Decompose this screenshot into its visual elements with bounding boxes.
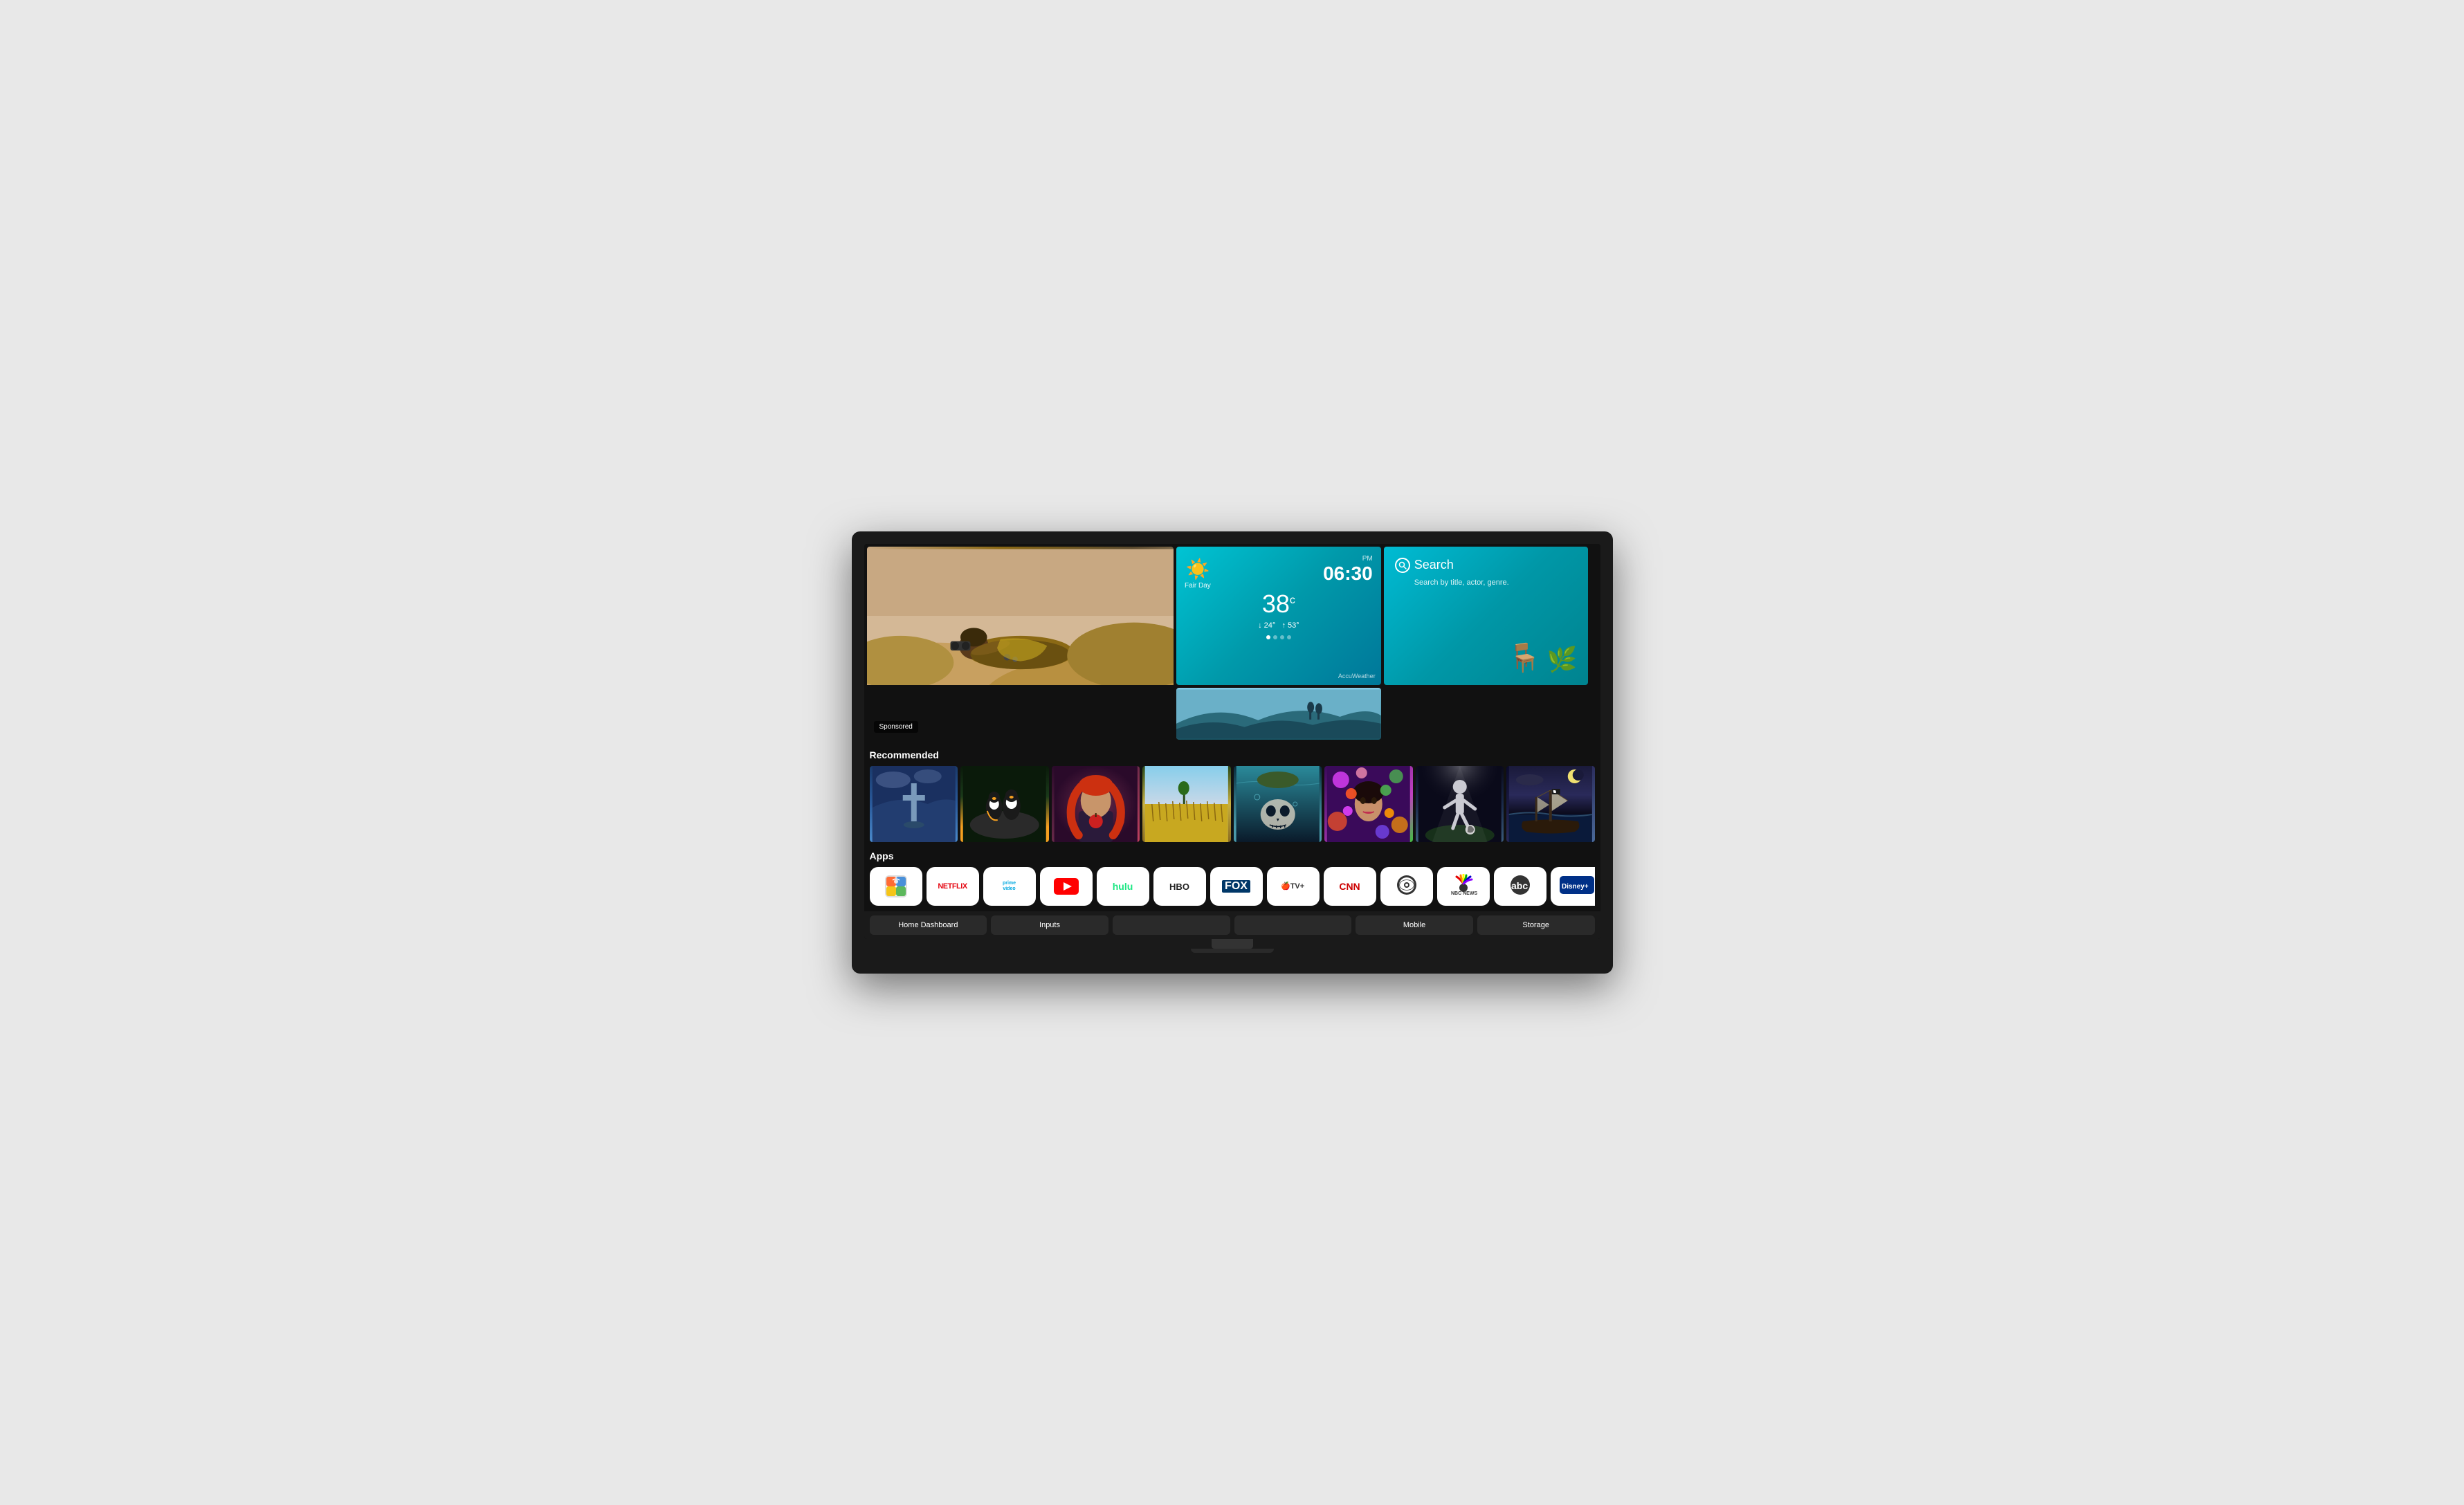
prime-text: primevideo xyxy=(1003,881,1016,893)
search-icon xyxy=(1395,558,1410,573)
svg-text:Disney+: Disney+ xyxy=(1562,883,1589,891)
tv-stand xyxy=(1212,939,1253,949)
app-hulu[interactable]: hulu xyxy=(1097,867,1149,906)
apps-section: Apps xyxy=(864,846,1600,911)
cnn-logo: CNN xyxy=(1339,881,1360,892)
hero-section: Sponsored ☀️ Fair Day PM 06:30 xyxy=(864,544,1600,743)
apps-row: NETFLIX primevideo xyxy=(870,867,1595,906)
app-disney[interactable]: Disney+ xyxy=(1551,867,1595,906)
weather-sun-icon: ☀️ xyxy=(1185,558,1211,581)
abc-logo: abc xyxy=(1507,874,1533,900)
weather-widget[interactable]: ☀️ Fair Day PM 06:30 38c ↓ 24° ↑ 53° xyxy=(1176,547,1381,685)
app-netflix[interactable]: NETFLIX xyxy=(927,867,979,906)
recommended-item-6[interactable] xyxy=(1324,766,1413,842)
recommended-item-3[interactable] xyxy=(1052,766,1140,842)
tv-stand-base xyxy=(1191,949,1274,953)
recommended-title: Recommended xyxy=(870,749,1595,760)
bottom-nav: Home Dashboard Inputs Mobile Storage xyxy=(864,911,1600,939)
app-nbcnews[interactable]: NBC NEWS xyxy=(1437,867,1490,906)
prime-logo: primevideo xyxy=(1003,881,1016,893)
nav-blank2[interactable] xyxy=(1234,915,1352,935)
recommended-item-8[interactable] xyxy=(1506,766,1595,842)
plant-icon: 🌿 xyxy=(1547,646,1578,674)
search-hint: Search by title, actor, genre. xyxy=(1395,578,1578,587)
recommended-item-2[interactable] xyxy=(960,766,1049,842)
hero-main-image xyxy=(867,547,1174,685)
app-appletv[interactable]: 🍎TV+ xyxy=(1267,867,1320,906)
dot-2 xyxy=(1273,635,1277,639)
weather-time: 06:30 xyxy=(1323,563,1373,585)
dot-4 xyxy=(1287,635,1291,639)
nbcnews-logo: NBC NEWS xyxy=(1450,874,1477,900)
appletv-logo: 🍎TV+ xyxy=(1279,879,1307,895)
app-hbo[interactable]: HBO xyxy=(1153,867,1206,906)
tv-screen: Sponsored ☀️ Fair Day PM 06:30 xyxy=(864,544,1600,940)
hbo-logo: HBO xyxy=(1169,882,1189,892)
weather-time-period: PM xyxy=(1323,555,1373,563)
recommended-item-1[interactable] xyxy=(870,766,958,842)
nav-home-dashboard[interactable]: Home Dashboard xyxy=(870,915,987,935)
app-fox[interactable]: FOX xyxy=(1210,867,1263,906)
nav-storage[interactable]: Storage xyxy=(1477,915,1595,935)
recommended-item-5[interactable] xyxy=(1234,766,1322,842)
chair-icon: 🪑 xyxy=(1507,641,1542,674)
weather-range: ↓ 24° ↑ 53° xyxy=(1185,621,1373,630)
accuweather-logo: AccuWeather xyxy=(1338,673,1376,679)
app-cbs[interactable] xyxy=(1380,867,1433,906)
search-decoration: 🪑 🌿 xyxy=(1507,641,1577,674)
landscape-widget[interactable] xyxy=(1176,688,1381,740)
recommended-item-4[interactable] xyxy=(1142,766,1231,842)
recommended-section: Recommended xyxy=(864,742,1600,846)
app-cnn[interactable]: CNN xyxy=(1324,867,1376,906)
hero-middle: ☀️ Fair Day PM 06:30 38c ↓ 24° ↑ 53° xyxy=(1176,547,1381,740)
search-title: Search xyxy=(1414,558,1454,572)
search-bar[interactable]: Search xyxy=(1395,558,1578,573)
weather-carousel-dots xyxy=(1185,635,1373,639)
nav-mobile[interactable]: Mobile xyxy=(1356,915,1473,935)
apps-title: Apps xyxy=(870,850,1595,861)
thumbnails-row xyxy=(870,766,1595,842)
dot-3 xyxy=(1280,635,1284,639)
svg-text:🍎TV+: 🍎TV+ xyxy=(1281,881,1304,891)
nav-blank1[interactable] xyxy=(1113,915,1230,935)
nav-inputs[interactable]: Inputs xyxy=(991,915,1108,935)
cbs-logo xyxy=(1394,874,1420,900)
hero-sponsored[interactable]: Sponsored xyxy=(867,547,1174,740)
hero-right: Search Search by title, actor, genre. 🪑 … xyxy=(1384,547,1589,740)
app-youtube[interactable] xyxy=(1040,867,1093,906)
app-prime-video[interactable]: primevideo xyxy=(983,867,1036,906)
netflix-logo: NETFLIX xyxy=(938,882,967,891)
hulu-logo: hulu xyxy=(1113,881,1133,892)
disney-logo: Disney+ xyxy=(1560,876,1594,897)
app-abc[interactable]: abc xyxy=(1494,867,1546,906)
recommended-item-7[interactable] xyxy=(1416,766,1504,842)
weather-condition: Fair Day xyxy=(1185,582,1211,590)
weather-temperature: 38c xyxy=(1185,590,1373,619)
ch-icon xyxy=(885,875,907,897)
search-widget[interactable]: Search Search by title, actor, genre. 🪑 … xyxy=(1384,547,1589,685)
app-ch[interactable] xyxy=(870,867,922,906)
svg-text:abc: abc xyxy=(1511,880,1528,891)
youtube-logo xyxy=(1054,878,1079,895)
tv-frame: Sponsored ☀️ Fair Day PM 06:30 xyxy=(852,531,1613,974)
dot-1 xyxy=(1266,635,1270,639)
fox-logo: FOX xyxy=(1222,880,1250,893)
svg-text:NBC NEWS: NBC NEWS xyxy=(1451,891,1477,896)
sponsored-badge: Sponsored xyxy=(874,721,918,733)
